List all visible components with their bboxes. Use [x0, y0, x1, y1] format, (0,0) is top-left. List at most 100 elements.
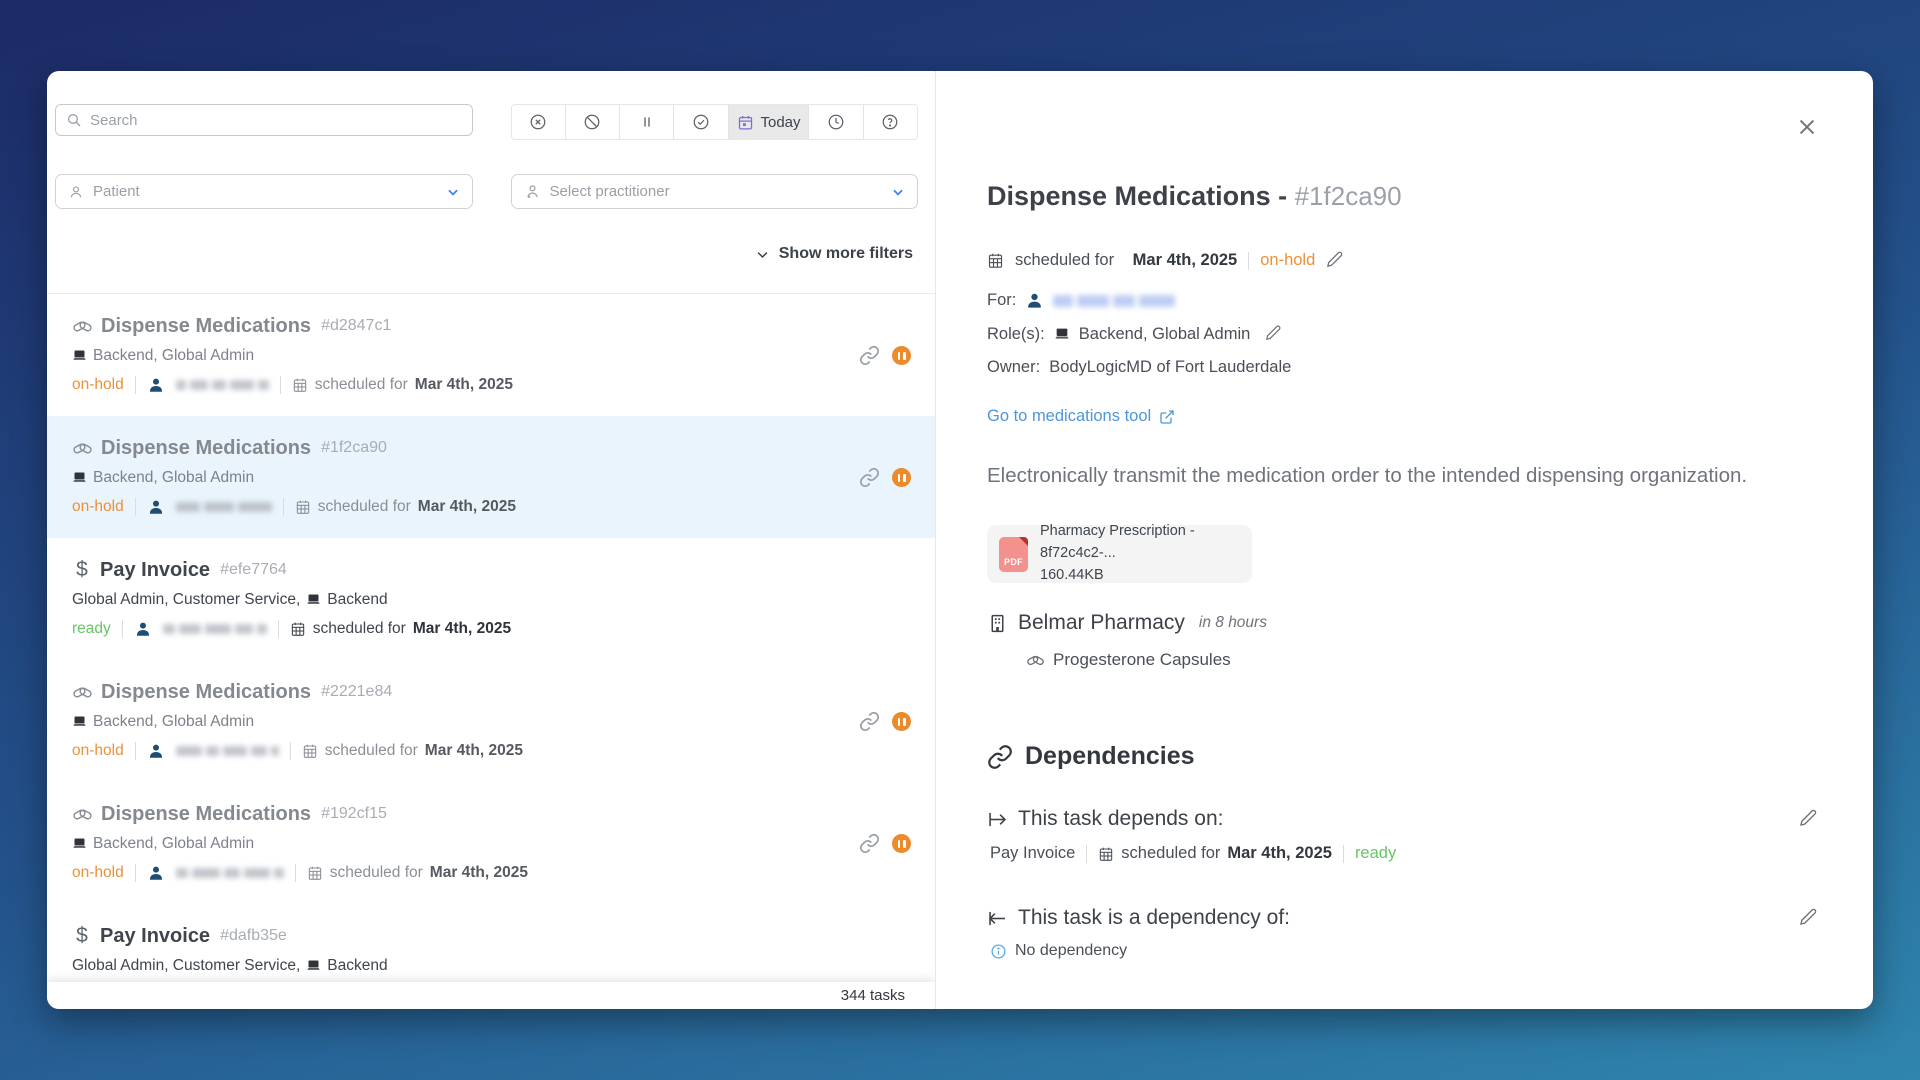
on-hold-badge-icon — [892, 834, 911, 853]
redacted-patient-name — [1053, 295, 1175, 307]
redacted-patient-name — [176, 380, 269, 390]
calendar-icon — [737, 114, 754, 131]
scheduled-date: Mar 4th, 2025 — [425, 742, 523, 760]
divider — [290, 742, 291, 760]
task-title: Dispense Medications — [101, 437, 311, 460]
practitioner-icon — [524, 183, 541, 200]
scheduled-label: scheduled for — [325, 742, 418, 760]
attachment-card[interactable]: PDF Pharmacy Prescription - 8f72c4c2-...… — [987, 525, 1252, 583]
divider — [295, 864, 296, 882]
task-count-footer: 344 tasks — [47, 982, 935, 1009]
person-icon — [147, 498, 165, 516]
detail-title: Dispense Medications - #1f2ca90 — [987, 181, 1818, 212]
edit-status-button[interactable] — [1326, 250, 1344, 271]
task-id: #efe7764 — [220, 561, 287, 579]
laptop-icon — [72, 470, 87, 485]
patient-placeholder: Patient — [93, 183, 437, 200]
redacted-patient-name — [176, 868, 284, 878]
task-row-2221e84[interactable]: Dispense Medications #2221e84 Backend, G… — [47, 660, 935, 782]
filter-today-button[interactable]: Today — [729, 105, 810, 139]
search-icon — [66, 112, 82, 128]
scheduled-date: Mar 4th, 2025 — [413, 620, 511, 638]
task-roles: Backend, Global Admin — [93, 713, 254, 731]
medication-name: Progesterone Capsules — [1053, 650, 1231, 670]
redacted-patient-name — [176, 502, 272, 512]
person-icon — [147, 864, 165, 882]
status-filter-group: Today — [511, 104, 919, 140]
edit-depends-on-button[interactable] — [1799, 808, 1818, 830]
task-roles: Backend, Global Admin — [93, 835, 254, 853]
edit-roles-button[interactable] — [1265, 324, 1282, 344]
depends-on-arrow-icon — [987, 809, 1008, 830]
task-description: Electronically transmit the medication o… — [987, 464, 1818, 488]
dollar-icon: $ — [72, 924, 92, 948]
task-title: Dispense Medications — [101, 315, 311, 338]
person-icon — [134, 620, 152, 638]
detail-task-id: #1f2ca90 — [1295, 181, 1402, 211]
status-badge: ready — [72, 620, 111, 638]
attachment-size: 160.44KB — [1040, 567, 1104, 583]
medications-tool-link[interactable]: Go to medications tool — [987, 407, 1175, 426]
divider — [135, 864, 136, 882]
pause-icon — [639, 114, 655, 130]
task-list[interactable]: Dispense Medications #d2847c1 Backend, G… — [47, 294, 935, 1009]
status-badge: on-hold — [72, 742, 124, 760]
calendar-icon — [302, 743, 318, 759]
chevron-down-icon — [755, 247, 770, 262]
divider — [135, 742, 136, 760]
task-roles: Backend, Global Admin — [93, 347, 254, 365]
task-id: #192cf15 — [321, 805, 387, 823]
task-id: #dafb35e — [220, 927, 287, 945]
filter-cancelled-button[interactable] — [512, 105, 566, 139]
roles-value: Backend, Global Admin — [1079, 325, 1251, 344]
task-row-192cf15[interactable]: Dispense Medications #192cf15 Backend, G… — [47, 782, 935, 904]
task-id: #2221e84 — [321, 683, 392, 701]
task-id: #d2847c1 — [321, 317, 391, 335]
divider — [135, 498, 136, 516]
calendar-icon — [295, 499, 311, 515]
link-icon — [859, 345, 880, 366]
task-row-1f2ca90[interactable]: Dispense Medications #1f2ca90 Backend, G… — [47, 416, 935, 538]
pills-icon — [72, 316, 93, 337]
chevron-down-icon — [446, 185, 460, 199]
calendar-icon — [1098, 846, 1114, 862]
scheduled-label: scheduled for — [313, 620, 406, 638]
depends-on-label: This task depends on: — [1018, 807, 1223, 831]
show-more-filters-button[interactable]: Show more filters — [755, 245, 913, 263]
dependency-task-row[interactable]: Pay Invoice scheduled for Mar 4th, 2025 … — [990, 844, 1818, 863]
task-row-d2847c1[interactable]: Dispense Medications #d2847c1 Backend, G… — [47, 294, 935, 416]
scheduled-date: Mar 4th, 2025 — [430, 864, 528, 882]
search-input[interactable] — [90, 112, 462, 129]
task-id: #1f2ca90 — [321, 439, 387, 457]
pdf-file-icon: PDF — [999, 537, 1028, 572]
task-row-efe7764[interactable]: $ Pay Invoice #efe7764 Global Admin, Cus… — [47, 538, 935, 660]
practitioner-dropdown[interactable]: Select practitioner — [511, 174, 919, 209]
laptop-icon — [306, 592, 321, 607]
divider — [1248, 252, 1249, 270]
dependency-status-badge: ready — [1355, 844, 1396, 863]
edit-dependency-of-button[interactable] — [1799, 907, 1818, 929]
filter-completed-button[interactable] — [674, 105, 728, 139]
laptop-icon — [72, 714, 87, 729]
filter-scheduled-button[interactable] — [809, 105, 863, 139]
status-badge: on-hold — [72, 498, 124, 516]
filter-blocked-button[interactable] — [566, 105, 620, 139]
task-roles-post: Backend — [327, 591, 387, 609]
dollar-icon: $ — [72, 558, 92, 582]
scheduled-label: scheduled for — [318, 498, 411, 516]
laptop-icon — [72, 348, 87, 363]
divider — [278, 620, 279, 638]
practitioner-placeholder: Select practitioner — [550, 183, 883, 200]
pills-icon — [72, 438, 93, 459]
calendar-icon — [307, 865, 323, 881]
patient-dropdown[interactable]: Patient — [55, 174, 473, 209]
scheduled-label: scheduled for — [330, 864, 423, 882]
pharmacy-due: in 8 hours — [1199, 614, 1267, 632]
filter-onhold-button[interactable] — [620, 105, 674, 139]
filter-help-button[interactable] — [864, 105, 917, 139]
tasks-app-window: Today Patient Se — [47, 71, 1873, 1009]
on-hold-badge-icon — [892, 346, 911, 365]
task-roles: Backend, Global Admin — [93, 469, 254, 487]
close-button[interactable] — [1796, 116, 1818, 141]
divider — [1086, 845, 1087, 863]
